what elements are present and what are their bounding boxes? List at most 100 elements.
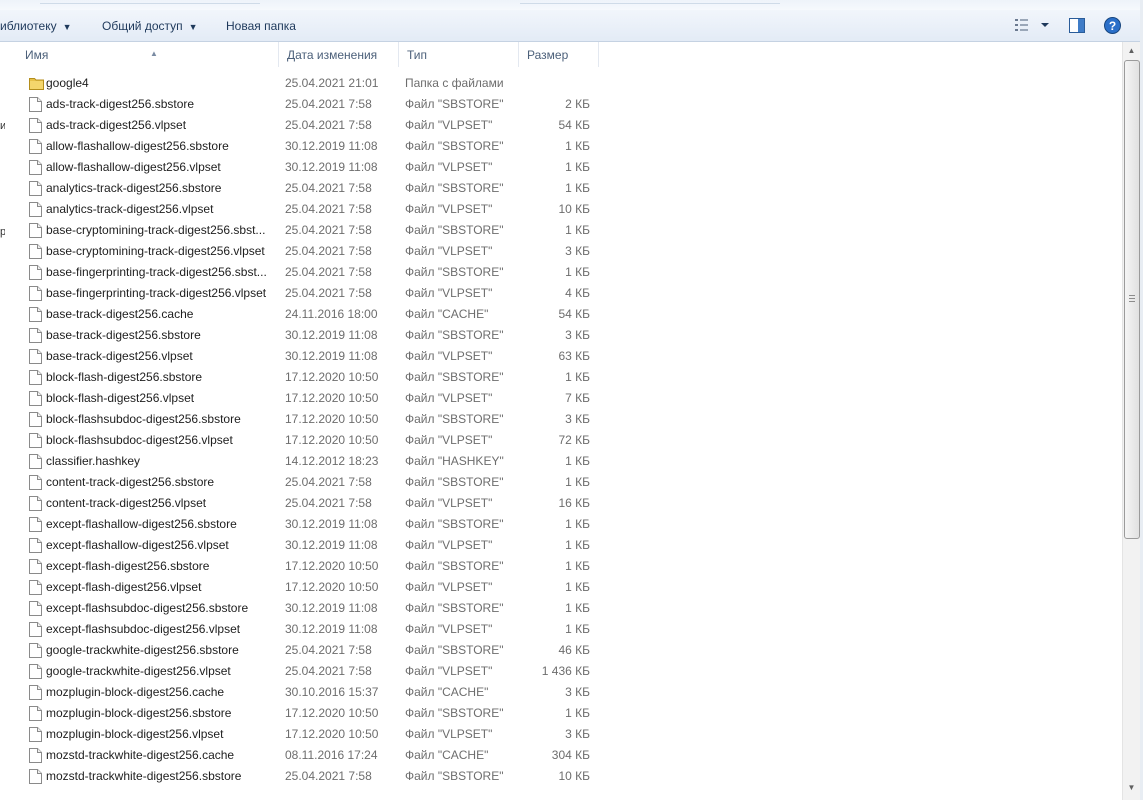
file-row[interactable]: content-track-digest256.vlpset 25.04.2021… (5, 493, 1122, 514)
command-bar: иблиотеку ▼ Общий доступ ▼ Новая папка ? (0, 0, 1143, 42)
file-row[interactable]: base-track-digest256.cache 24.11.2016 18:… (5, 304, 1122, 325)
file-row[interactable]: mozplugin-block-digest256.vlpset 17.12.20… (5, 724, 1122, 745)
file-row[interactable]: ads-track-digest256.vlpset 25.04.2021 7:5… (5, 115, 1122, 136)
add-to-library-label: иблиотеку (0, 19, 57, 33)
file-date: 25.04.2021 7:58 (285, 286, 372, 300)
file-name: google-trackwhite-digest256.vlpset (46, 664, 231, 678)
file-type: Файл "SBSTORE" (405, 517, 504, 531)
file-row[interactable]: google-trackwhite-digest256.vlpset 25.04.… (5, 661, 1122, 682)
file-row[interactable]: block-flashsubdoc-digest256.vlpset 17.12.… (5, 430, 1122, 451)
share-label: Общий доступ (102, 19, 183, 33)
file-row[interactable]: block-flash-digest256.vlpset 17.12.2020 1… (5, 388, 1122, 409)
file-size: 1 436 КБ (541, 664, 590, 678)
preview-pane-icon[interactable] (1069, 18, 1085, 36)
file-date: 30.10.2016 15:37 (285, 685, 379, 699)
file-row[interactable]: base-fingerprinting-track-digest256.sbst… (5, 262, 1122, 283)
file-size: 1 КБ (565, 622, 590, 636)
file-row[interactable]: mozplugin-block-digest256.sbstore 17.12.2… (5, 703, 1122, 724)
new-folder-button[interactable]: Новая папка (226, 17, 296, 35)
file-row[interactable]: except-flash-digest256.vlpset 17.12.2020 … (5, 577, 1122, 598)
file-row[interactable]: except-flashallow-digest256.sbstore 30.12… (5, 514, 1122, 535)
file-icon (29, 454, 42, 469)
file-icon (29, 160, 42, 175)
file-icon (29, 622, 42, 637)
file-row[interactable]: google-trackwhite-digest256.sbstore 25.04… (5, 640, 1122, 661)
file-date: 17.12.2020 10:50 (285, 433, 379, 447)
add-to-library-button[interactable]: иблиотеку ▼ (0, 17, 72, 35)
file-size: 1 КБ (565, 601, 590, 615)
vertical-scrollbar[interactable]: ▲ ▼ (1122, 42, 1140, 800)
file-row[interactable]: mozstd-trackwhite-digest256.cache 08.11.2… (5, 745, 1122, 766)
file-date: 17.12.2020 10:50 (285, 580, 379, 594)
file-date: 25.04.2021 7:58 (285, 202, 372, 216)
file-name: except-flashallow-digest256.vlpset (46, 538, 229, 552)
file-type: Файл "SBSTORE" (405, 412, 504, 426)
column-header-type[interactable]: Тип (399, 42, 519, 67)
chevron-down-icon: ▼ (188, 22, 198, 32)
file-name: block-flashsubdoc-digest256.vlpset (46, 433, 233, 447)
file-type: Файл "SBSTORE" (405, 370, 504, 384)
file-row[interactable]: base-track-digest256.vlpset 30.12.2019 11… (5, 346, 1122, 367)
file-type: Файл "SBSTORE" (405, 265, 504, 279)
file-icon (29, 643, 42, 658)
file-name: content-track-digest256.sbstore (46, 475, 215, 489)
file-size: 1 КБ (565, 580, 590, 594)
file-row[interactable]: classifier.hashkey 14.12.2012 18:23 Файл "… (5, 451, 1122, 472)
file-type: Файл "VLPSET" (405, 496, 493, 510)
file-row[interactable]: except-flashsubdoc-digest256.sbstore 30.1… (5, 598, 1122, 619)
file-row[interactable]: mozstd-trackwhite-digest256.sbstore 25.04… (5, 766, 1122, 787)
file-icon (29, 475, 42, 490)
file-row[interactable]: base-fingerprinting-track-digest256.vlps… (5, 283, 1122, 304)
file-date: 30.12.2019 11:08 (285, 139, 378, 153)
file-name: allow-flashallow-digest256.sbstore (46, 139, 229, 153)
file-icon (29, 181, 42, 196)
file-icon (29, 97, 42, 112)
scrollbar-thumb[interactable] (1124, 60, 1140, 539)
help-icon[interactable]: ? (1104, 17, 1121, 37)
file-row[interactable]: base-cryptomining-track-digest256.vlpset… (5, 241, 1122, 262)
file-name: except-flashallow-digest256.sbstore (46, 517, 237, 531)
scroll-up-icon[interactable]: ▲ (1123, 42, 1140, 59)
file-row[interactable]: mozplugin-block-digest256.cache 30.10.201… (5, 682, 1122, 703)
file-row[interactable]: allow-flashallow-digest256.sbstore 30.12.… (5, 136, 1122, 157)
file-row[interactable]: content-track-digest256.sbstore 25.04.202… (5, 472, 1122, 493)
column-header-name[interactable]: Имя ▲ (5, 42, 279, 67)
file-icon (29, 202, 42, 217)
file-type: Файл "VLPSET" (405, 244, 493, 258)
file-size: 1 КБ (565, 139, 590, 153)
scroll-down-icon[interactable]: ▼ (1123, 779, 1140, 796)
file-icon (29, 244, 42, 259)
help-glyph: ? (1109, 19, 1116, 33)
column-header-size[interactable]: Размер (519, 42, 599, 67)
file-row[interactable]: base-track-digest256.sbstore 30.12.2019 1… (5, 325, 1122, 346)
file-row[interactable]: analytics-track-digest256.vlpset 25.04.20… (5, 199, 1122, 220)
sort-ascending-icon: ▲ (150, 49, 158, 58)
file-row[interactable]: ads-track-digest256.sbstore 25.04.2021 7:… (5, 94, 1122, 115)
file-date: 08.11.2016 17:24 (285, 748, 378, 762)
file-row[interactable]: block-flash-digest256.sbstore 17.12.2020 … (5, 367, 1122, 388)
file-row[interactable]: block-flashsubdoc-digest256.sbstore 17.12… (5, 409, 1122, 430)
column-header-date[interactable]: Дата изменения (279, 42, 399, 67)
file-name: base-cryptomining-track-digest256.vlpset (46, 244, 265, 258)
file-row[interactable]: analytics-track-digest256.sbstore 25.04.2… (5, 178, 1122, 199)
file-type: Файл "VLPSET" (405, 160, 493, 174)
file-type: Файл "VLPSET" (405, 118, 493, 132)
file-row[interactable]: base-cryptomining-track-digest256.sbst..… (5, 220, 1122, 241)
file-row[interactable]: except-flash-digest256.sbstore 17.12.2020… (5, 556, 1122, 577)
file-icon (29, 307, 42, 322)
file-name: base-fingerprinting-track-digest256.sbst… (46, 265, 267, 279)
file-type: Файл "SBSTORE" (405, 643, 504, 657)
share-button[interactable]: Общий доступ ▼ (102, 17, 198, 35)
view-options-icon[interactable] (1014, 17, 1054, 36)
file-row[interactable]: except-flashsubdoc-digest256.vlpset 30.12… (5, 619, 1122, 640)
file-date: 25.04.2021 7:58 (285, 97, 372, 111)
file-date: 25.04.2021 7:58 (285, 223, 372, 237)
file-size: 1 КБ (565, 538, 590, 552)
file-row[interactable]: except-flashallow-digest256.vlpset 30.12.… (5, 535, 1122, 556)
folder-row[interactable]: google4 25.04.2021 21:01 Папка с файлами (5, 73, 1122, 94)
file-size: 3 КБ (565, 244, 590, 258)
file-row[interactable]: allow-flashallow-digest256.vlpset 30.12.2… (5, 157, 1122, 178)
file-size: 10 КБ (558, 202, 590, 216)
file-date: 25.04.2021 7:58 (285, 181, 372, 195)
file-date: 25.04.2021 7:58 (285, 265, 372, 279)
